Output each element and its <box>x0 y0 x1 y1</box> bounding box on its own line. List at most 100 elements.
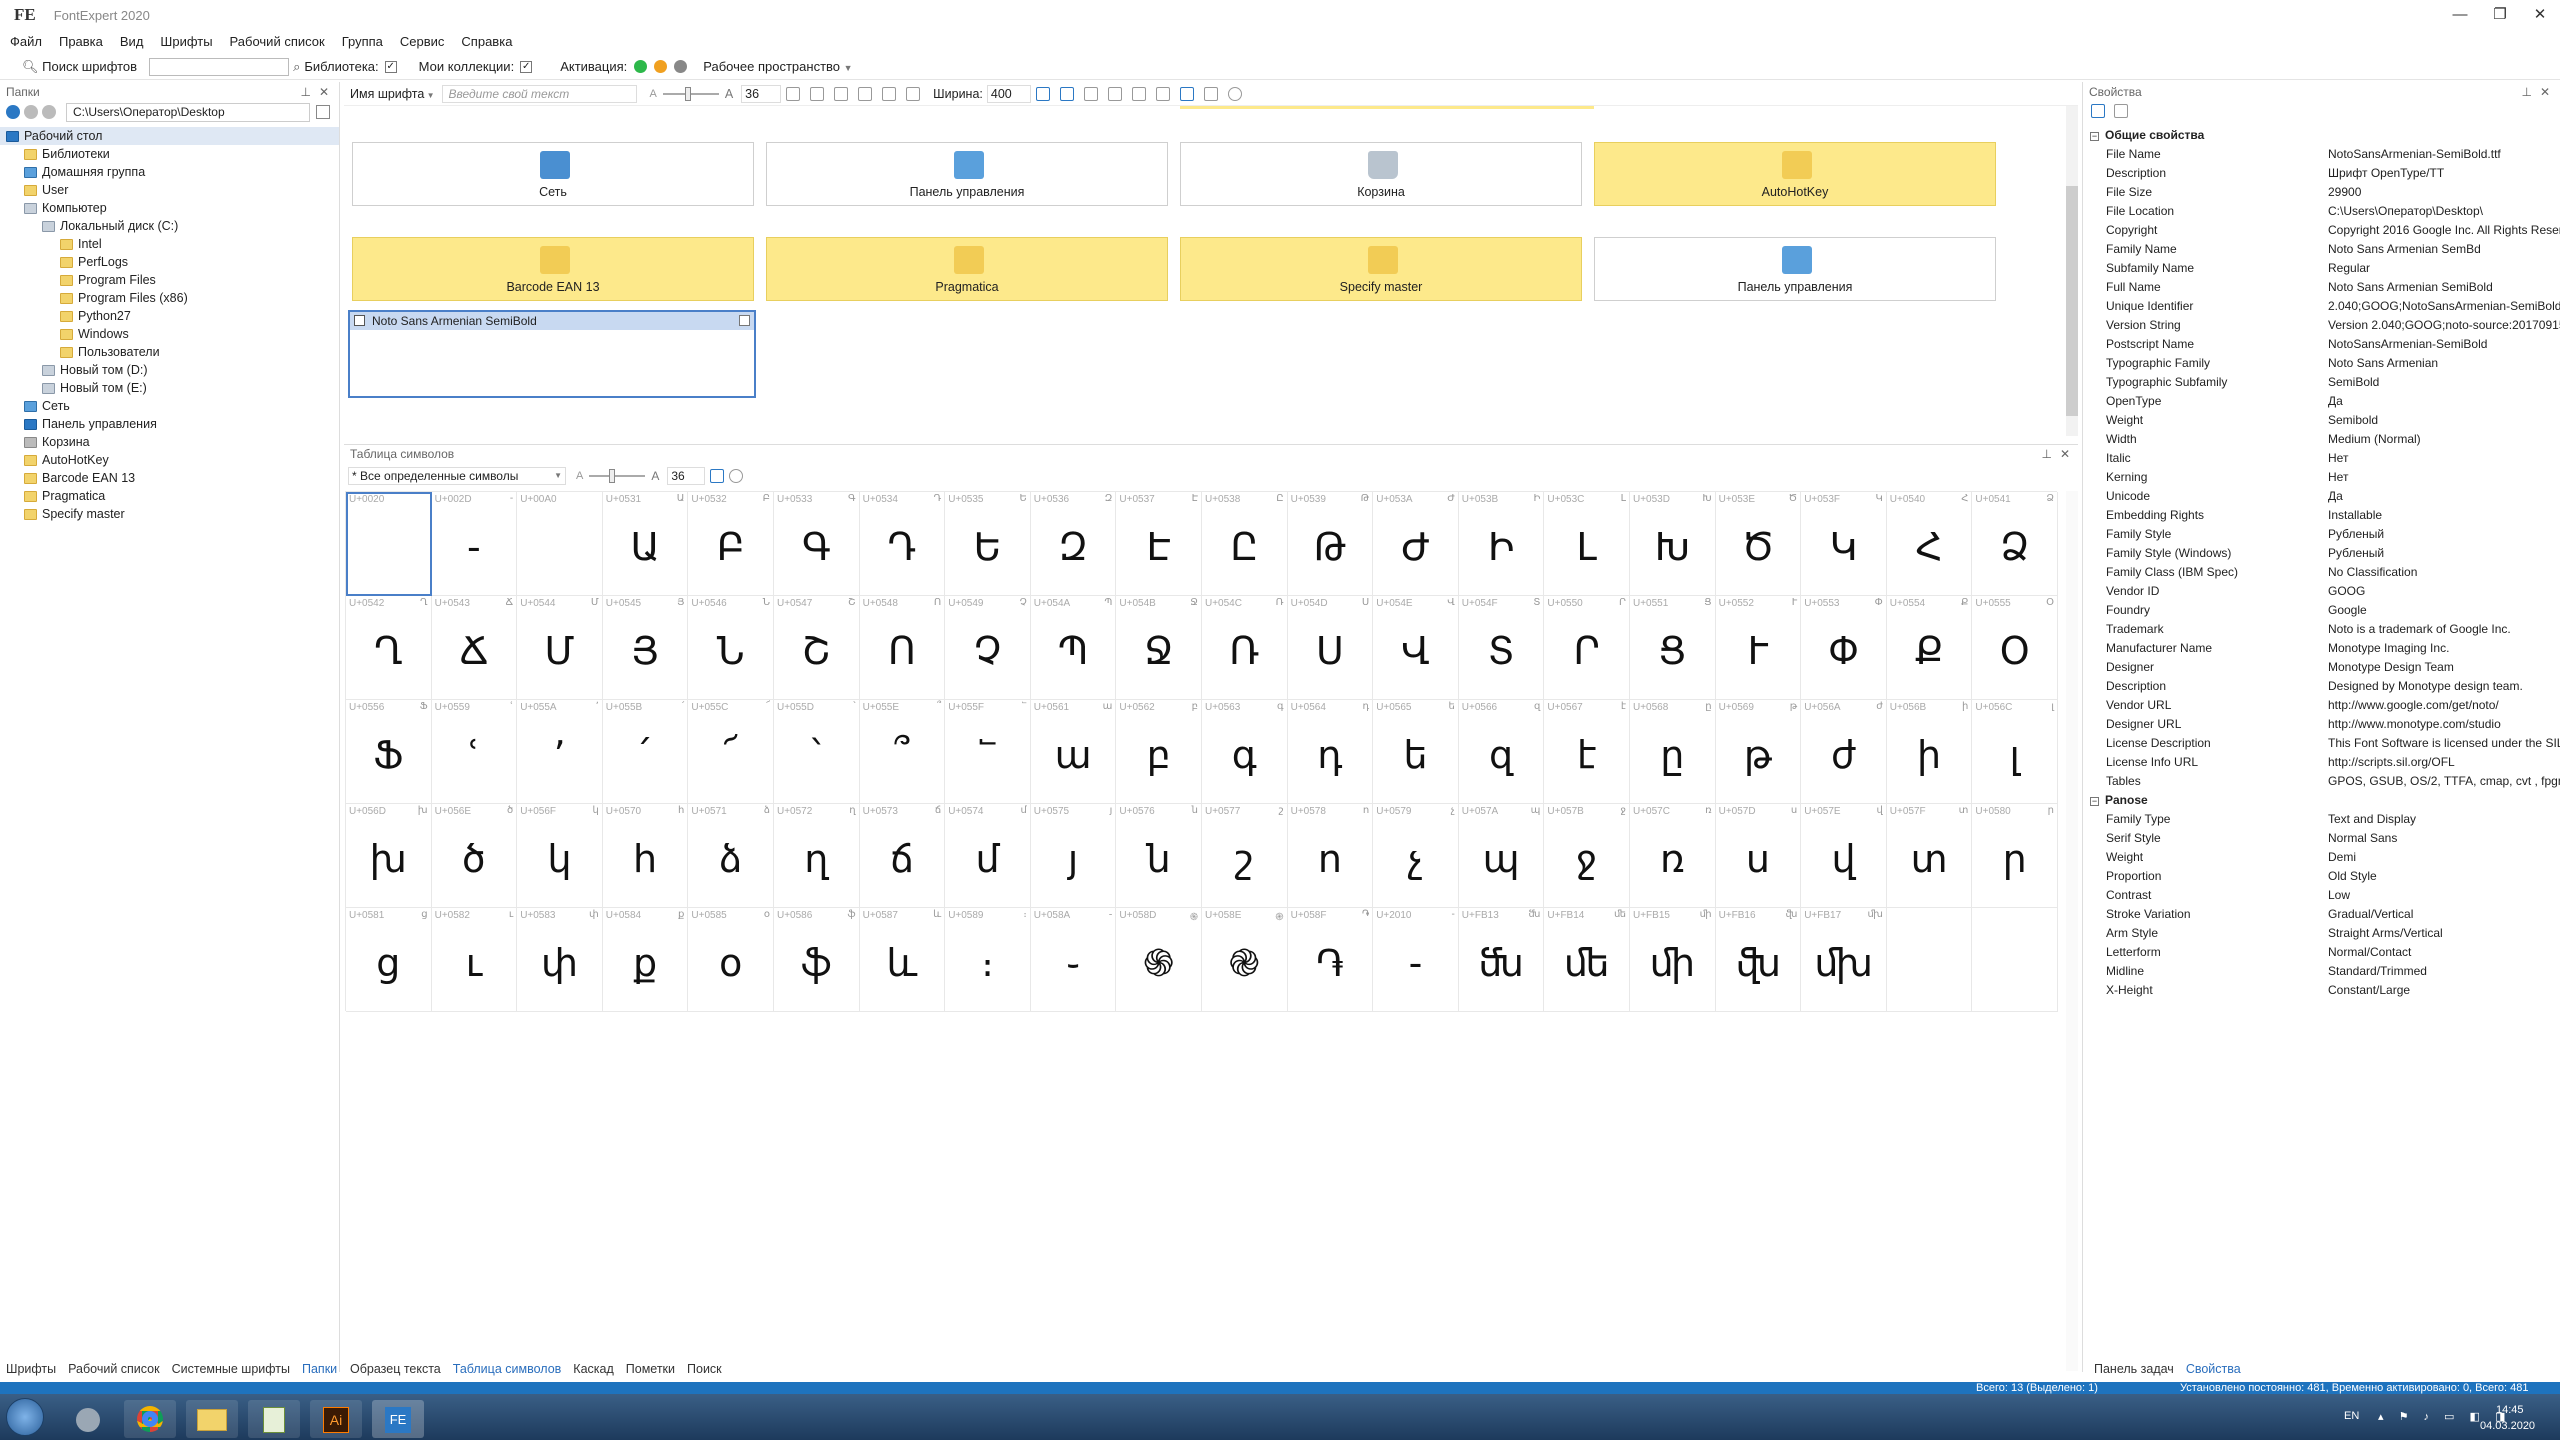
glyph-cell[interactable]: U+058D ֍ ֍ <box>1116 908 1202 1012</box>
taskbar-app-notepad[interactable] <box>248 1400 300 1438</box>
glyph-cell[interactable]: U+055F ՟ ՟ <box>945 700 1031 804</box>
slider-thumb[interactable] <box>609 469 616 483</box>
pin-icon[interactable]: ⊥ <box>301 85 311 99</box>
glyph-cell[interactable]: U+0553 Փ Փ <box>1801 596 1887 700</box>
property-row[interactable]: Unicode Да <box>2106 487 2560 506</box>
close-button[interactable]: ✕ <box>2520 0 2560 30</box>
tree-item[interactable]: Сеть <box>0 397 339 415</box>
tree-item[interactable]: Pragmatica <box>0 487 339 505</box>
glyph-cell[interactable]: U+058E ֎ ֎ <box>1202 908 1288 1012</box>
settings-gear-icon[interactable] <box>1227 86 1242 101</box>
taskbar-app-chrome[interactable] <box>124 1400 176 1438</box>
tree-item[interactable]: Новый том (D:) <box>0 361 339 379</box>
folder-tile[interactable]: Корзина <box>1180 142 1582 206</box>
glyph-cell[interactable]: U+0020 <box>346 492 432 596</box>
property-row[interactable]: X-Height Constant/Large <box>2106 981 2560 1000</box>
glyph-cell[interactable]: U+053F Կ Կ <box>1801 492 1887 596</box>
glyph-cell[interactable]: U+057B ջ ջ <box>1544 804 1630 908</box>
glyph-cell[interactable]: U+0536 Զ Զ <box>1030 492 1117 596</box>
glyph-cell[interactable]: U+055D ՝ ՝ <box>774 700 860 804</box>
glyph-cell[interactable]: U+0578 ո ո <box>1287 804 1374 908</box>
tree-item[interactable]: Домашняя группа <box>0 163 339 181</box>
glyph-cell[interactable]: U+0581 ց ց <box>346 908 432 1012</box>
glyph-cell[interactable]: U+0556 Ֆ Ֆ <box>346 700 432 804</box>
glyph-cell[interactable]: U+0532 Բ Բ <box>688 492 774 596</box>
glyph-cell[interactable]: U+0543 Ճ Ճ <box>431 596 518 700</box>
glyph-cell[interactable]: U+0575 յ յ <box>1030 804 1117 908</box>
property-row[interactable]: File Location C:\Users\Оператор\Desktop\ <box>2106 202 2560 221</box>
tab-notes[interactable]: Пометки <box>626 1362 675 1376</box>
menu-group[interactable]: Группа <box>342 34 383 49</box>
glyph-cell[interactable]: U+053C Լ Լ <box>1544 492 1630 596</box>
tree-item[interactable]: Корзина <box>0 433 339 451</box>
glyph-cell[interactable]: U+0542 Ղ Ղ <box>346 596 432 700</box>
taskbar-app-fontexpert[interactable]: FE <box>372 1400 424 1438</box>
glyph-cell[interactable]: U+0586 ֆ ֆ <box>774 908 860 1012</box>
workspace-dropdown[interactable]: Рабочее пространство ▼ <box>703 59 852 74</box>
folder-tile[interactable]: Specify master <box>1180 237 1582 301</box>
glyph-cell[interactable]: U+FB14 ﬔ ﬔ <box>1544 908 1630 1012</box>
font-size-slider[interactable] <box>662 86 719 101</box>
fit-width-icon[interactable] <box>710 469 725 483</box>
glyph-cell[interactable]: U+055E ՞ ՞ <box>859 700 946 804</box>
property-row[interactable]: Embedding Rights Installable <box>2106 506 2560 525</box>
tree-item[interactable]: PerfLogs <box>0 253 339 271</box>
menu-help[interactable]: Справка <box>461 34 512 49</box>
back-icon[interactable] <box>6 105 20 119</box>
close-panel-icon[interactable]: ✕ <box>2540 85 2550 99</box>
tab-text-sample[interactable]: Образец текста <box>350 1362 441 1376</box>
taskbar-app-explorer[interactable] <box>186 1400 238 1438</box>
binoculars-icon[interactable] <box>1155 86 1170 101</box>
glyph-cell[interactable]: U+057A պ պ <box>1458 804 1545 908</box>
cut-icon[interactable] <box>834 86 849 101</box>
glyph-cell[interactable]: U+0570 հ հ <box>602 804 689 908</box>
glyph-cell[interactable]: U+0559 ՙ ՙ <box>431 700 518 804</box>
tab-search[interactable]: Поиск <box>687 1362 722 1376</box>
property-category[interactable]: − Общие свойства <box>2090 126 2204 145</box>
categorized-view-icon[interactable] <box>2091 103 2105 118</box>
property-row[interactable]: Description Designed by Monotype design t… <box>2106 677 2560 696</box>
glyph-cell[interactable]: U+0550 Ր Ր <box>1544 596 1630 700</box>
tree-item[interactable]: AutoHotKey <box>0 451 339 469</box>
delete-icon[interactable] <box>906 86 921 101</box>
property-row[interactable]: OpenType Да <box>2106 392 2560 411</box>
glyph-cell[interactable]: U+0564 դ դ <box>1287 700 1374 804</box>
tree-item[interactable]: Компьютер <box>0 199 339 217</box>
property-row[interactable]: Italic Нет <box>2106 449 2560 468</box>
close-panel-icon[interactable]: ✕ <box>319 85 329 99</box>
glyph-cell[interactable]: U+055A ՚ ՚ <box>517 700 603 804</box>
glyph-cell[interactable]: U+0565 ե ե <box>1373 700 1459 804</box>
glyph-cell[interactable]: U+055C ՜ ՜ <box>688 700 774 804</box>
tree-item[interactable]: Библиотеки <box>0 145 339 163</box>
tab-system-fonts[interactable]: Системные шрифты <box>172 1362 290 1376</box>
tree-item[interactable]: User <box>0 181 339 199</box>
glyph-cell[interactable]: U+057D ս ս <box>1715 804 1802 908</box>
property-row[interactable]: License Info URL http://scripts.sil.org/O… <box>2106 753 2560 772</box>
property-row[interactable]: Stroke Variation Gradual/Vertical <box>2106 905 2560 924</box>
glyph-cell[interactable]: U+0546 Ն Ն <box>688 596 774 700</box>
glyph-cell[interactable]: U+0544 Մ Մ <box>517 596 603 700</box>
property-row[interactable]: Subfamily Name Regular <box>2106 259 2560 278</box>
glyph-cell[interactable]: U+0555 Օ Օ <box>1972 596 2058 700</box>
glyph-cell[interactable]: U+057C ռ ռ <box>1630 804 1716 908</box>
refresh-icon[interactable] <box>316 105 330 119</box>
collapse-icon[interactable]: − <box>2090 797 2099 806</box>
glyph-cell[interactable]: U+054A Պ Պ <box>1030 596 1117 700</box>
search-input[interactable] <box>149 57 290 76</box>
activate-temporary-button[interactable] <box>654 60 668 73</box>
tab-worklist[interactable]: Рабочий список <box>68 1362 159 1376</box>
menu-service[interactable]: Сервис <box>400 34 445 49</box>
glyph-cell[interactable]: U+056C լ լ <box>1972 700 2058 804</box>
property-row[interactable]: Kerning Нет <box>2106 468 2560 487</box>
property-row[interactable]: Letterform Normal/Contact <box>2106 943 2560 962</box>
glyph-cell[interactable]: U+0545 Յ Յ <box>602 596 689 700</box>
glyph-cell[interactable]: U+0566 զ զ <box>1458 700 1545 804</box>
glyph-cell[interactable]: U+00A0 <box>517 492 603 596</box>
property-row[interactable]: Family Type Text and Display <box>2106 810 2560 829</box>
glyph-cell[interactable]: U+055B ՛ ՛ <box>602 700 689 804</box>
property-row[interactable]: Family Class (IBM Spec) No Classification <box>2106 563 2560 582</box>
property-row[interactable]: Description Шрифт OpenType/TT <box>2106 164 2560 183</box>
pin-icon[interactable]: ⊥ <box>2522 85 2532 99</box>
glyph-cell[interactable]: U+0574 մ մ <box>945 804 1031 908</box>
property-row[interactable]: Contrast Low <box>2106 886 2560 905</box>
